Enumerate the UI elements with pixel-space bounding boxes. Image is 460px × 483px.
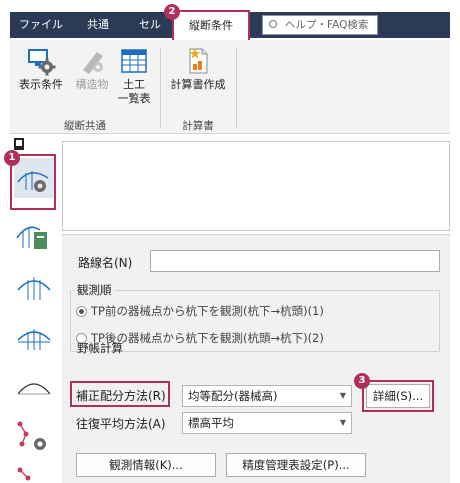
earthwork-list-button[interactable]: 土工 一覧表 <box>114 46 154 106</box>
settings-panel: 路線名(N) 観測順 TP前の器械点から杭下を観測(杭下→杭頭)(1) TP後の… <box>62 234 450 483</box>
correction-method-select[interactable]: 均等配分(器械高) ▼ <box>182 385 352 407</box>
create-calc-sheet-label: 計算書作成 <box>170 78 226 91</box>
step-badge-2: 2 <box>164 4 180 20</box>
dropdown-arrow-icon: ▼ <box>339 391 346 400</box>
route-name-label: 路線名(N) <box>78 256 133 270</box>
correction-method-value: 均等配分(器械高) <box>188 389 278 403</box>
preview-area <box>62 141 450 231</box>
structure-icon <box>77 46 107 76</box>
group-separator <box>236 48 237 128</box>
earthwork-label-2: 一覧表 <box>117 92 151 105</box>
observation-info-button[interactable]: 観測情報(K)... <box>76 453 216 477</box>
create-calc-sheet-button[interactable]: 計算書作成 <box>166 46 230 92</box>
monitor-gear-icon <box>26 46 56 76</box>
group-label-profile-common: 縦断共通 <box>64 120 106 132</box>
radio-label: TP前の器械点から杭下を観測(杭下→杭頭)(1) <box>91 304 324 318</box>
tab-cell[interactable]: セル <box>130 12 170 38</box>
display-conditions-label: 表示条件 <box>19 78 63 91</box>
earthwork-label-1: 土工 <box>123 78 145 91</box>
ribbon-tab-bar: ファイル 共通 セル 縦断条件 ヘルプ・FAQ検索 <box>0 0 460 40</box>
structure-button[interactable]: 構造物 <box>70 46 114 92</box>
highlight-box-3 <box>362 380 434 412</box>
ribbon-panel: 表示条件 構造物 土工 一覧表 計算書作成 縦断共通 計算書 <box>10 40 450 134</box>
profile-sheet-icon <box>16 226 47 249</box>
observation-order-title: 観測順 <box>74 282 115 298</box>
group-label-calc-sheet: 計算書 <box>182 120 214 132</box>
tab-common[interactable]: 共通 <box>76 12 120 38</box>
dropdown-arrow-icon: ▼ <box>339 418 346 427</box>
table-icon <box>119 46 149 76</box>
help-search-input[interactable]: ヘルプ・FAQ検索 <box>262 15 378 35</box>
curve-icon <box>17 383 51 395</box>
step-badge-3: 3 <box>354 373 370 389</box>
roundtrip-method-select[interactable]: 標高平均 ▼ <box>182 412 352 434</box>
lightbulb-icon <box>269 20 277 28</box>
accuracy-settings-button[interactable]: 精度管理表設定(P)... <box>226 453 366 477</box>
group-separator <box>160 48 161 128</box>
points-icon <box>17 467 31 481</box>
roundtrip-method-label: 往復平均方法(A) <box>76 417 166 431</box>
display-conditions-button[interactable]: 表示条件 <box>16 46 66 92</box>
vertical-curve-tool[interactable] <box>14 368 54 408</box>
profile-section-tool[interactable] <box>14 318 54 358</box>
profile-section-icon <box>17 329 51 350</box>
left-toolbar <box>10 138 58 483</box>
radio-option-before-tp[interactable]: TP前の器械点から杭下を観測(杭下→杭頭)(1) <box>76 303 324 319</box>
tab-profile-conditions[interactable]: 縦断条件 <box>172 10 250 40</box>
field-calc-title: 野帳計算 <box>77 341 123 355</box>
point-tool[interactable] <box>14 462 54 483</box>
document-star-icon <box>183 46 213 76</box>
profile-line-icon <box>17 277 51 300</box>
pin-icon[interactable] <box>14 138 24 150</box>
radio-button[interactable] <box>76 306 87 317</box>
structure-label: 構造物 <box>75 78 109 91</box>
point-gear-tool[interactable] <box>14 416 54 456</box>
tab-file[interactable]: ファイル <box>14 12 68 38</box>
profile-line-tool[interactable] <box>14 268 54 308</box>
route-name-input[interactable] <box>150 250 440 272</box>
step-badge-1: 1 <box>4 150 20 166</box>
highlight-box-correction <box>70 381 170 407</box>
help-search-placeholder: ヘルプ・FAQ検索 <box>285 19 369 31</box>
points-gear-icon <box>17 421 46 450</box>
roundtrip-method-value: 標高平均 <box>188 416 234 430</box>
profile-sheet-tool[interactable] <box>14 216 54 256</box>
